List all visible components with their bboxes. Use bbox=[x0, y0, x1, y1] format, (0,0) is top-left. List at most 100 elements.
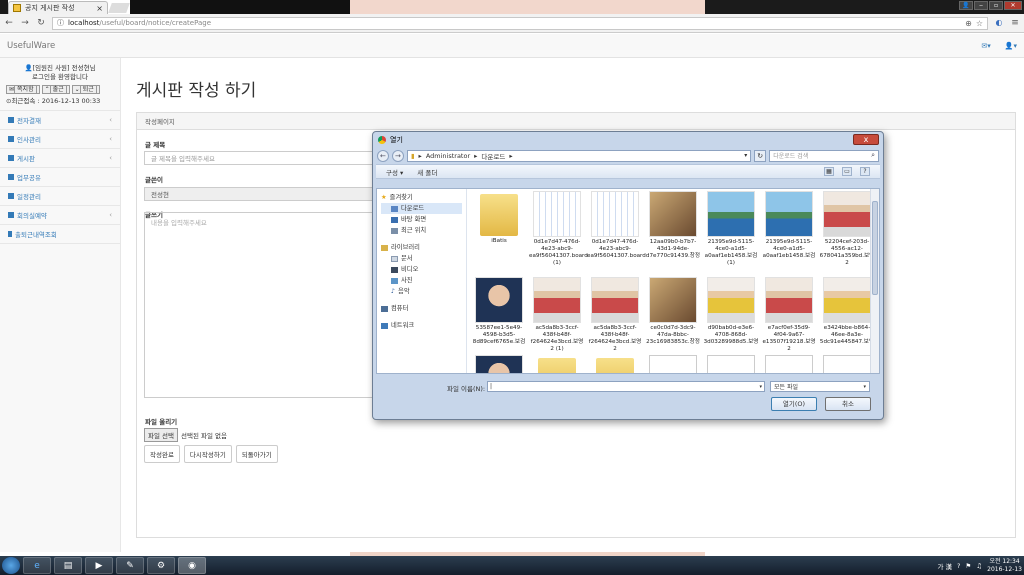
dialog-search-input[interactable]: 다운로드 검색 ⌕ bbox=[769, 149, 880, 162]
bookmark-star-icon[interactable]: ☆ bbox=[976, 19, 983, 28]
settings-icon[interactable]: ⚙ bbox=[147, 557, 175, 574]
tab-close-icon[interactable]: × bbox=[96, 4, 103, 13]
file-item[interactable]: iBatis bbox=[471, 191, 527, 245]
filename-input[interactable]: | ▾ bbox=[487, 381, 765, 392]
file-item-partial[interactable] bbox=[587, 355, 643, 373]
tree-item-music[interactable]: ♪ 음악 bbox=[381, 286, 462, 297]
tree-item-videos[interactable]: 비디오 bbox=[381, 264, 462, 275]
user-icon[interactable]: 👤 bbox=[959, 1, 973, 10]
tree-item-documents[interactable]: 문서 bbox=[381, 253, 462, 264]
minimize-icon[interactable]: ‒ bbox=[974, 1, 988, 10]
tree-item-downloads[interactable]: 다운로드 bbox=[381, 203, 462, 214]
tree-item-pictures[interactable]: 사진 bbox=[381, 275, 462, 286]
browser-tab[interactable]: 공지 게시판 작성 × bbox=[8, 1, 108, 14]
file-item-partial[interactable] bbox=[703, 355, 759, 373]
chevron-down-icon[interactable]: ▾ bbox=[759, 384, 762, 390]
refresh-icon[interactable]: ↻ bbox=[754, 149, 767, 162]
clock-out-button[interactable]: ⌄ 퇴근 bbox=[71, 85, 100, 94]
filetype-select[interactable]: 모든 파일 ▾ bbox=[770, 381, 870, 392]
rewrite-button[interactable]: 다시작성하기 bbox=[183, 445, 232, 463]
back-icon[interactable]: ← bbox=[4, 18, 14, 28]
notes-button[interactable]: ✉ 쪽지함 bbox=[6, 85, 40, 94]
sidebar-item-board[interactable]: 게시판 ‹ bbox=[0, 149, 120, 168]
help-icon[interactable]: ? bbox=[957, 562, 960, 570]
breadcrumb[interactable]: ▮ ▸ Administrator ▸ 다운로드 ▸ ▾ bbox=[406, 149, 752, 162]
start-button[interactable] bbox=[2, 557, 20, 574]
chevron-down-icon[interactable]: ▾ bbox=[744, 152, 747, 159]
preview-pane-icon[interactable]: ▭ bbox=[842, 167, 852, 176]
file-item[interactable]: 53587ee1-5e49-4598-b3d5-8d89cef6765e.보검 bbox=[471, 277, 527, 346]
menu-icon[interactable]: ≡ bbox=[1010, 18, 1020, 28]
tree-item-computer[interactable]: 컴퓨터 bbox=[381, 303, 462, 314]
ie-icon[interactable]: e bbox=[23, 557, 51, 574]
maximize-icon[interactable]: ▫ bbox=[989, 1, 1003, 10]
choose-file-button[interactable]: 파일 선택 bbox=[144, 428, 178, 442]
file-item[interactable]: e3424bbe-b864-46ee-8a3e-5dc91e445847.보영 bbox=[819, 277, 871, 346]
media-player-icon[interactable]: ▶ bbox=[85, 557, 113, 574]
breadcrumb-downloads[interactable]: 다운로드 bbox=[481, 151, 505, 161]
view-icon[interactable]: ▦ bbox=[824, 167, 834, 176]
dialog-titlebar[interactable]: 열기 bbox=[373, 132, 883, 147]
scrollbar-thumb[interactable] bbox=[872, 201, 878, 295]
file-item[interactable]: ac5da8b3-3ccf-438f-b48f-f264624e3bcd.보영2… bbox=[529, 277, 585, 353]
chrome-icon[interactable]: ◉ bbox=[178, 557, 206, 574]
clock[interactable]: 오전 12:34 2016-12-13 bbox=[987, 558, 1022, 574]
zoom-icon[interactable]: ⊕ bbox=[965, 19, 972, 28]
tree-item-recent[interactable]: 최근 위치 bbox=[381, 225, 462, 236]
file-item[interactable]: d90bab0d-e3e6-4708-868d-3d03289988d5.보영 bbox=[703, 277, 759, 346]
sidebar-item-approval[interactable]: 전자결재 ‹ bbox=[0, 111, 120, 130]
file-item[interactable]: ce0c0d7d-3dc9-47da-8bbc-23c16983853c.창정 bbox=[645, 277, 701, 346]
file-item[interactable]: e7acf0ef-35d9-4f04-9a67-e13507f19218.보영2 bbox=[761, 277, 817, 353]
breadcrumb-administrator[interactable]: Administrator bbox=[426, 152, 470, 160]
flag-icon[interactable]: ⚑ bbox=[965, 562, 971, 570]
clock-in-button[interactable]: ⌃ 출근 bbox=[41, 85, 70, 94]
file-item[interactable]: 21395e9d-5115-4ce0-a1d5-a0aaf1eb1458.보검 … bbox=[703, 191, 759, 267]
address-input[interactable]: ⓘ localhost/useful/board/notice/createPa… bbox=[52, 16, 988, 30]
tree-item-desktop[interactable]: 바탕 화면 bbox=[381, 214, 462, 225]
explorer-icon[interactable]: ▤ bbox=[54, 557, 82, 574]
content-textarea[interactable]: 내용을 입력해주세요 bbox=[144, 212, 384, 398]
open-button[interactable]: 열기(O) bbox=[771, 397, 817, 411]
file-item[interactable]: 52204cef-203d-4556-ac12-678041a359bd.보영2 bbox=[819, 191, 871, 267]
file-item[interactable]: 12aa09b0-b7b7-43d1-94de-d7e770c91439.창정 bbox=[645, 191, 701, 260]
tree-item-favorites[interactable]: ★ 즐겨찾기 bbox=[381, 192, 462, 203]
submit-button[interactable]: 작성완료 bbox=[144, 445, 180, 463]
file-item-partial[interactable] bbox=[471, 355, 527, 373]
file-item[interactable]: 0d1e7d47-476d-4e23-abc9-ea9f56041307.boa… bbox=[587, 191, 646, 260]
back-icon[interactable]: ← bbox=[377, 149, 389, 162]
sidebar-item-hr[interactable]: 인사관리 ‹ bbox=[0, 130, 120, 149]
sidebar-item-schedule[interactable]: 일정관리 bbox=[0, 187, 120, 206]
file-item[interactable]: 0d1e7d47-476d-4e23-abc9-ea9f56041307.boa… bbox=[529, 191, 588, 267]
brand-logo[interactable]: UsefulWare bbox=[7, 41, 55, 51]
file-grid-scrollbar[interactable] bbox=[870, 189, 879, 373]
back-button[interactable]: 되돌아가기 bbox=[235, 445, 278, 463]
file-item[interactable]: ac5da8b3-3ccf-438f-b48f-f264624e3bcd.보영2 bbox=[587, 277, 643, 353]
extension-icon[interactable]: ◐ bbox=[994, 18, 1004, 28]
ime-indicator[interactable]: 가 漢 bbox=[937, 561, 952, 571]
sidebar-item-meeting-room[interactable]: 회의실예약 ‹ bbox=[0, 206, 120, 225]
file-item-partial[interactable] bbox=[529, 355, 585, 373]
cancel-button[interactable]: 취소 bbox=[825, 397, 871, 411]
close-icon[interactable]: ✕ bbox=[1004, 1, 1022, 10]
info-icon[interactable]: ⓘ bbox=[57, 18, 64, 28]
reload-icon[interactable]: ↻ bbox=[36, 18, 46, 28]
new-folder-button[interactable]: 새 폴더 bbox=[417, 167, 437, 177]
organize-button[interactable]: 구성 ▾ bbox=[386, 167, 403, 177]
title-input[interactable]: 글 제목을 입력해주세요 bbox=[144, 151, 384, 165]
file-item-partial[interactable] bbox=[645, 355, 701, 373]
forward-icon[interactable]: → bbox=[20, 18, 30, 28]
file-item-partial[interactable] bbox=[761, 355, 817, 373]
new-tab-button[interactable] bbox=[108, 3, 130, 13]
dialog-close-button[interactable]: x bbox=[853, 134, 879, 145]
mail-dropdown[interactable]: ✉▾ bbox=[981, 42, 990, 50]
tree-item-libraries[interactable]: 라이브러리 bbox=[381, 242, 462, 253]
file-item-partial[interactable] bbox=[819, 355, 871, 373]
sidebar-item-work-share[interactable]: 업무공유 bbox=[0, 168, 120, 187]
sidebar-item-attendance[interactable]: 출퇴근내역조회 bbox=[0, 225, 120, 244]
forward-icon[interactable]: → bbox=[391, 149, 404, 162]
app-icon[interactable]: ✎ bbox=[116, 557, 144, 574]
volume-icon[interactable]: ♫ bbox=[976, 562, 982, 570]
user-dropdown[interactable]: 👤▾ bbox=[1005, 42, 1017, 50]
file-item[interactable]: 21395e9d-5115-4ce0-a1d5-a0aaf1eb1458.보검 bbox=[761, 191, 817, 260]
tree-item-network[interactable]: 네트워크 bbox=[381, 320, 462, 331]
